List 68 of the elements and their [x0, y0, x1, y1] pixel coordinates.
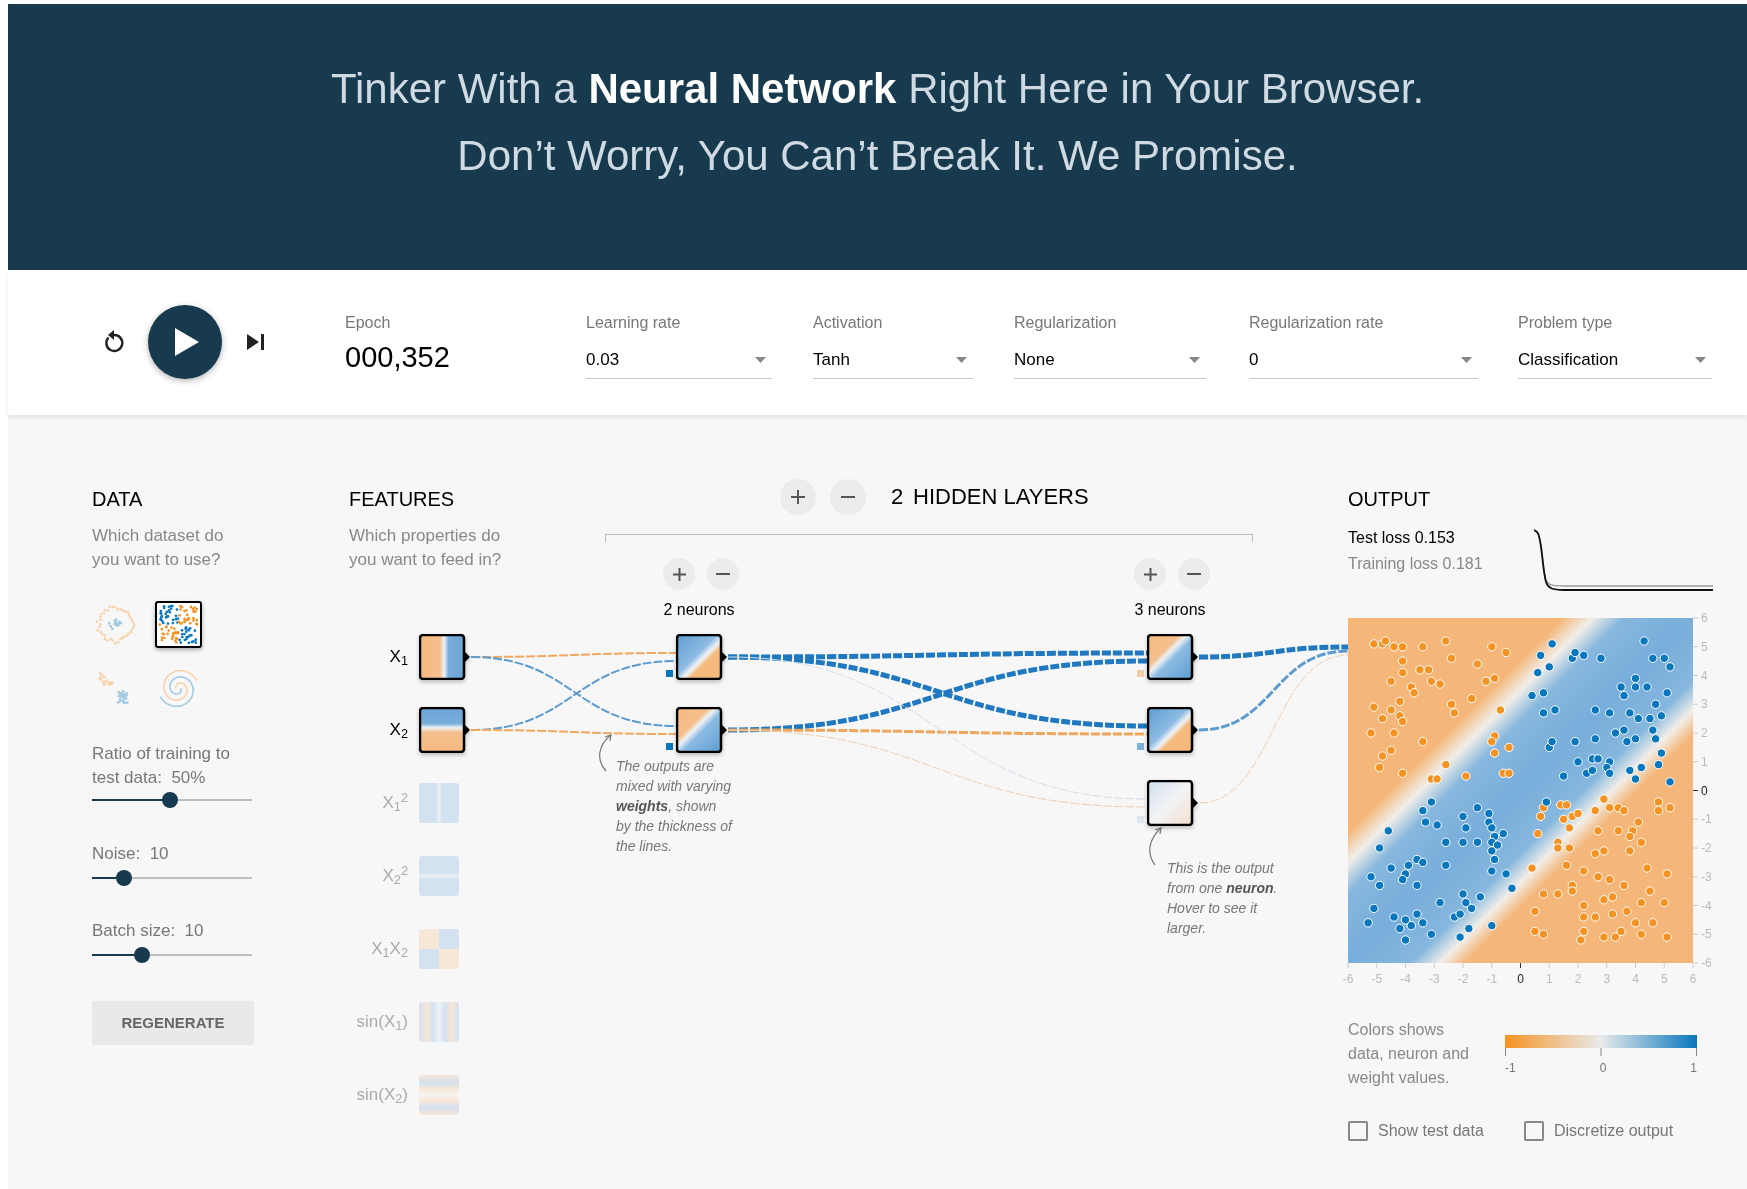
- axis-tick-label: -5: [1701, 927, 1712, 942]
- checkbox-label[interactable]: Discretize output: [1554, 1120, 1674, 1142]
- axis-tick-label: -2: [1457, 972, 1469, 986]
- axis-tick-label: -6: [1701, 956, 1712, 970]
- dropdown[interactable]: Classification: [1518, 348, 1712, 379]
- axis-tick-label: -2: [1701, 841, 1712, 855]
- dropdown-label: Regularization rate: [1249, 313, 1385, 333]
- regenerate-button[interactable]: REGENERATE: [92, 1001, 254, 1045]
- axis-tick-label: -3: [1428, 972, 1440, 986]
- axis-tick-label: 3: [1701, 697, 1708, 712]
- axis-tick-label: 2: [1574, 972, 1582, 986]
- dropdown-label: Activation: [813, 313, 884, 333]
- axis-tick-label: -4: [1400, 972, 1411, 986]
- annotation-text: This is the output from one neuron. Hover to see it larger.: [1167, 859, 1279, 938]
- neuron-count: 3 neurons: [1133, 600, 1207, 620]
- axis-tick-label: 6: [1689, 972, 1697, 986]
- dropdown-label: Regularization: [1014, 313, 1118, 333]
- axis-tick-label: 6: [1701, 611, 1708, 625]
- feature-label: X$_{1}$X$_{2}$: [370, 938, 408, 961]
- axis-tick-label: -1: [1486, 972, 1498, 986]
- slider-label: Noise: 10: [92, 843, 170, 865]
- scale-label: 0: [1599, 1060, 1607, 1076]
- test-loss: Test loss 0.153: [1348, 528, 1456, 548]
- dropdown[interactable]: 0.03: [586, 348, 772, 379]
- axis-tick-label: -1: [1701, 812, 1712, 827]
- layers-heading: HIDDEN LAYERS: [913, 484, 1089, 510]
- axis-tick-label: 3: [1603, 972, 1611, 986]
- section-title: OUTPUT: [1348, 487, 1432, 512]
- scale-label: -1: [1505, 1060, 1516, 1076]
- epoch-counter: 000,352: [345, 340, 451, 374]
- epoch-label: Epoch: [345, 313, 392, 333]
- feature-label: sin(X$_{2}$): [355, 1084, 408, 1107]
- dropdown-label: Learning rate: [586, 313, 682, 333]
- dropdown-label: Problem type: [1518, 313, 1614, 333]
- section-title: DATA: [92, 487, 144, 512]
- axis-tick-label: 5: [1660, 972, 1668, 986]
- axis-tick-label: 2: [1701, 726, 1708, 740]
- axis-tick-label: 5: [1701, 639, 1708, 654]
- annotation-text: The outputs are mixed with varying weights, shown by the thickness of the lines.: [616, 757, 734, 856]
- neuron-count: 2 neurons: [662, 600, 736, 620]
- layer-count: 2: [891, 484, 904, 510]
- headline: Don’t Worry, You Can’t Break It. We Promise.: [457, 131, 1298, 181]
- dropdown[interactable]: Tanh: [813, 348, 973, 379]
- axis-tick-label: -4: [1701, 898, 1712, 913]
- feature-label: sin(X$_{1}$): [355, 1011, 408, 1034]
- axis-tick-label: 1: [1701, 754, 1708, 769]
- headline: Tinker With a Neural Network Right Here in Your Browser.: [330, 64, 1425, 114]
- scale-label: 1: [1690, 1060, 1697, 1076]
- dropdown[interactable]: 0: [1249, 348, 1478, 379]
- slider-label: Ratio of training to test data: 50%: [92, 743, 231, 789]
- checkbox-label[interactable]: Show test data: [1378, 1120, 1484, 1142]
- axis-tick-label: -6: [1342, 972, 1354, 986]
- axis-tick-label: 4: [1632, 972, 1639, 986]
- axis-tick-label: 0: [1517, 972, 1524, 986]
- training-loss: Training loss 0.181: [1348, 554, 1484, 574]
- section-description: Which dataset do you want to use?: [92, 525, 225, 571]
- axis-tick-label: -3: [1701, 869, 1712, 884]
- section-description: Which properties do you want to feed in?: [349, 525, 503, 571]
- section-title: FEATURES: [349, 487, 455, 512]
- axis-tick-label: -5: [1371, 972, 1383, 986]
- axis-tick-label: 0: [1701, 783, 1708, 798]
- axis-tick-label: 1: [1545, 972, 1553, 986]
- feature-label: X$_{2}$: [388, 719, 408, 742]
- slider-label: Batch size: 10: [92, 920, 205, 942]
- feature-label: X$_{1}$: [388, 646, 408, 669]
- dropdown[interactable]: None: [1014, 348, 1206, 379]
- legend-text: Colors shows data, neuron and weight values.: [1348, 1020, 1470, 1088]
- axis-tick-label: 4: [1701, 668, 1708, 683]
